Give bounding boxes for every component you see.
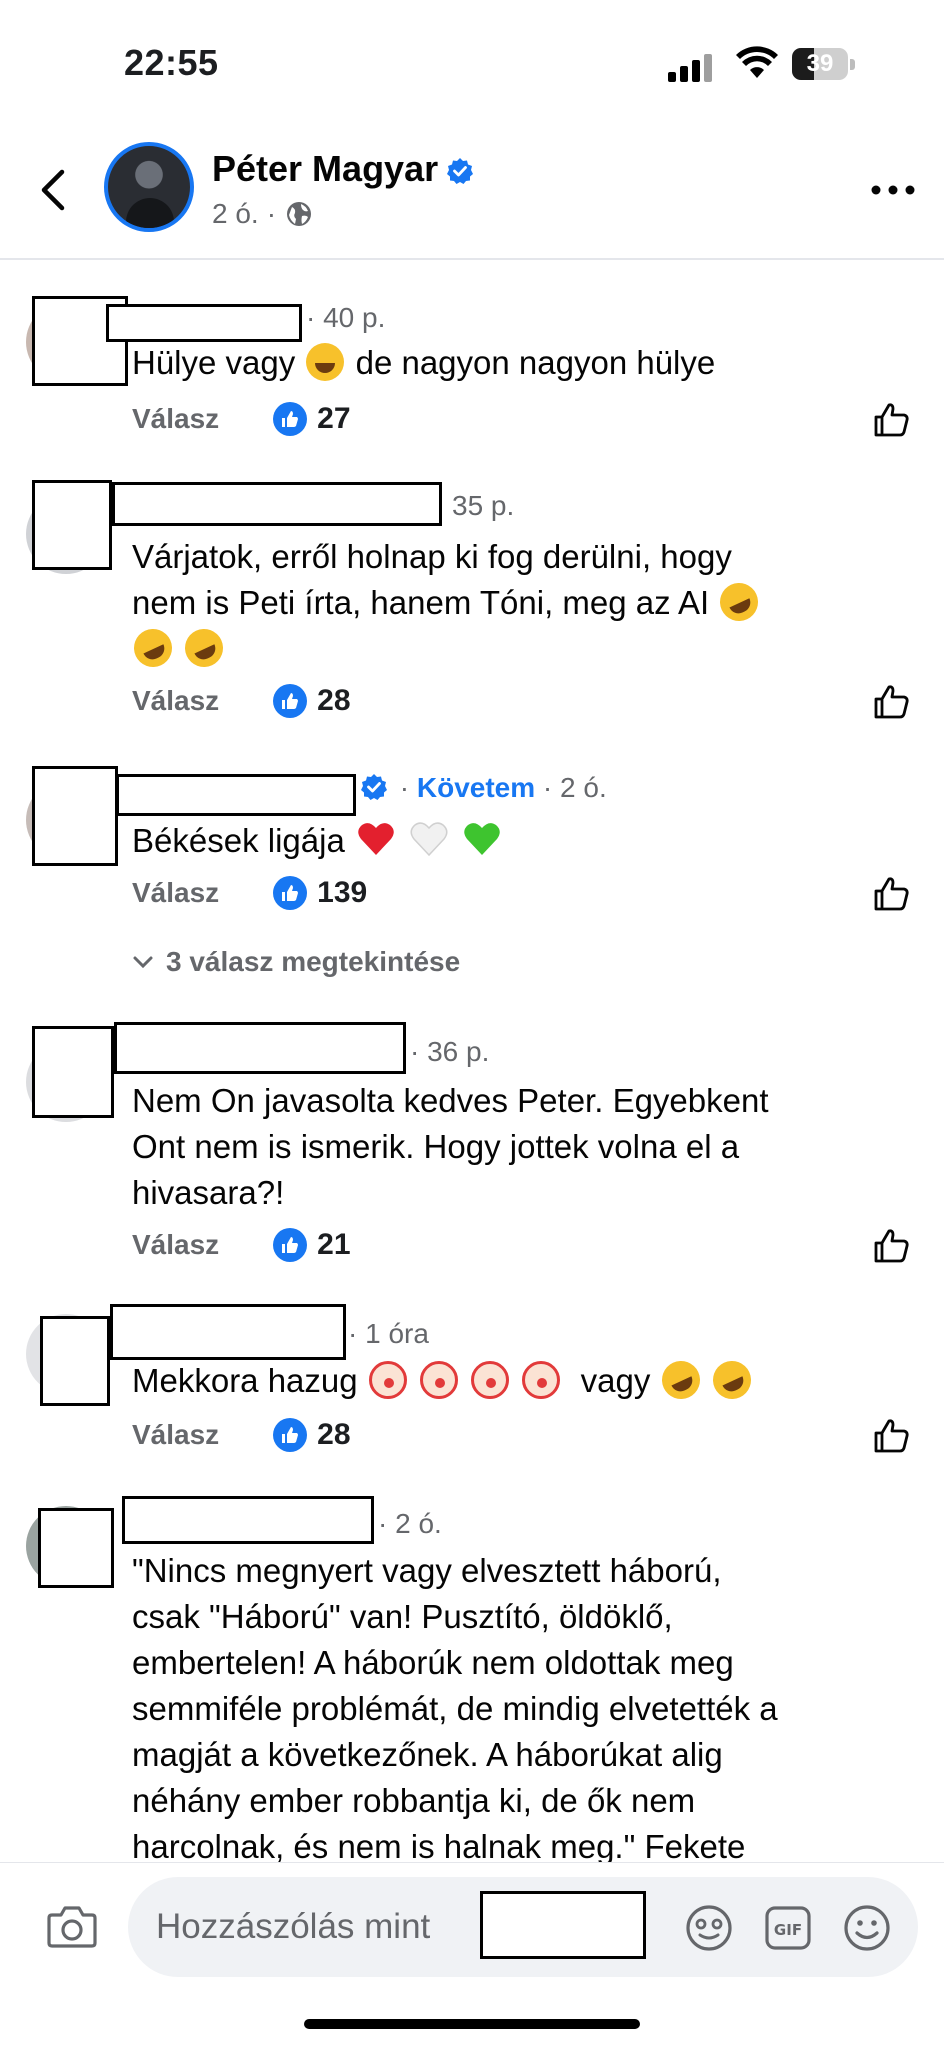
svg-text:GIF: GIF	[774, 1921, 802, 1939]
redacted-avatar	[38, 1508, 114, 1588]
comment-text: Békések ligája	[132, 818, 922, 864]
profile-avatar[interactable]	[104, 142, 194, 232]
status-bar: 22:55 39	[0, 0, 944, 120]
like-count: 27	[317, 402, 351, 435]
comment-time: · 2 ó.	[378, 1508, 442, 1539]
like-reaction-icon	[273, 1228, 308, 1262]
view-replies-label: 3 válasz megtekintése	[166, 946, 461, 977]
rofl-emoji-icon	[655, 1354, 706, 1406]
comment-actions: Válasz 27	[132, 402, 351, 436]
chevron-down-icon	[133, 956, 153, 969]
clown-emoji-icon	[419, 1361, 458, 1399]
redacted-avatar	[32, 480, 112, 570]
redacted-name	[122, 1496, 374, 1544]
like-count: 28	[317, 684, 351, 717]
comment-actions: Válasz 21	[132, 1228, 351, 1262]
view-replies-link[interactable]: 3 válasz megtekintése	[132, 946, 460, 978]
rofl-emoji-icon	[714, 576, 765, 628]
comment-time: · 36 p.	[410, 1036, 490, 1067]
comment-text: Nem On javasolta kedves Peter. Egyebkent…	[132, 1082, 769, 1211]
comment-text: "Nincs megnyert vagy elvesztett háború, …	[132, 1552, 778, 1865]
post-header: Péter Magyar 2 ó. ·	[0, 120, 944, 260]
avatar-sticker-icon[interactable]	[684, 1903, 734, 1953]
rofl-emoji-icon	[178, 622, 230, 674]
comment-text: Hülye vagy de nagyon nagyon hülye	[132, 343, 716, 381]
like-button-icon[interactable]	[872, 400, 912, 440]
green-heart-emoji-icon	[464, 823, 501, 855]
redacted-username	[480, 1891, 646, 1959]
globe-icon	[287, 202, 312, 226]
comment-text: Mekkora hazug vagy	[132, 1354, 922, 1406]
redacted-name	[116, 774, 356, 816]
emoji-icon[interactable]	[842, 1903, 892, 1953]
reply-button[interactable]: Válasz	[132, 403, 219, 435]
like-reaction-icon	[273, 1418, 308, 1452]
comment-actions: Válasz 28	[132, 684, 351, 718]
redacted-name	[112, 482, 442, 526]
redacted-name	[106, 304, 302, 342]
like-reaction-icon	[273, 876, 308, 910]
profile-name[interactable]: Péter Magyar	[212, 148, 474, 190]
comment-actions: Válasz 139	[132, 876, 367, 910]
comment-input-placeholder: Hozzászólás mint	[156, 1907, 431, 1946]
like-button-icon[interactable]	[872, 1416, 912, 1456]
battery-level: 39	[806, 50, 834, 77]
verified-badge-icon	[361, 774, 387, 800]
laughing-emoji-icon	[306, 343, 345, 381]
reply-button[interactable]: Válasz	[132, 685, 219, 717]
red-heart-emoji-icon	[358, 823, 394, 855]
rofl-emoji-icon	[127, 622, 179, 674]
comment-time: · Követem · 2 ó.	[360, 772, 607, 804]
reply-button[interactable]: Válasz	[132, 1419, 219, 1451]
meta-separator: ·	[266, 198, 277, 229]
like-button-icon[interactable]	[872, 1226, 912, 1266]
comment-composer: Hozzászólás mint GIF	[0, 1862, 944, 2048]
clown-emoji-icon	[368, 1361, 407, 1399]
rofl-emoji-icon	[706, 1354, 757, 1406]
camera-icon[interactable]	[46, 1903, 98, 1949]
redacted-avatar	[40, 1316, 110, 1406]
status-time: 22:55	[124, 42, 219, 83]
comment-input[interactable]: Hozzászólás mint GIF	[128, 1877, 918, 1977]
comment-text: Várjatok, erről holnap ki fog derülni, h…	[127, 534, 922, 674]
clown-emoji-icon	[471, 1361, 510, 1399]
post-meta: 2 ó. ·	[212, 198, 314, 230]
redacted-name	[110, 1304, 346, 1360]
like-count: 28	[317, 1418, 351, 1451]
clown-emoji-icon	[522, 1361, 561, 1399]
gif-icon[interactable]: GIF	[764, 1905, 812, 1951]
comment-time: · 1 óra	[348, 1318, 429, 1349]
more-options-icon[interactable]	[868, 180, 918, 200]
like-button-icon[interactable]	[872, 682, 912, 722]
comment-time: 35 p.	[452, 490, 515, 521]
like-reaction-icon	[273, 684, 308, 718]
home-indicator[interactable]	[304, 2019, 640, 2029]
redacted-avatar	[32, 766, 118, 866]
follow-status[interactable]: Követem	[417, 772, 535, 803]
back-icon[interactable]	[30, 160, 80, 220]
wifi-icon	[736, 46, 778, 78]
reply-button[interactable]: Válasz	[132, 1229, 219, 1261]
like-count: 139	[317, 876, 368, 909]
reply-button[interactable]: Válasz	[132, 877, 219, 909]
redacted-name	[114, 1022, 406, 1074]
like-count: 21	[317, 1228, 351, 1261]
white-heart-emoji-icon	[410, 822, 448, 857]
redacted-avatar	[32, 1026, 114, 1118]
like-reaction-icon	[273, 402, 308, 436]
like-button-icon[interactable]	[872, 874, 912, 914]
cellular-signal-icon	[668, 52, 712, 82]
verified-badge-icon	[447, 158, 474, 185]
comment-actions: Válasz 28	[132, 1418, 351, 1452]
post-time: 2 ó.	[212, 198, 259, 229]
battery-icon: 39	[792, 48, 856, 80]
comment-time: · 40 p.	[306, 302, 386, 333]
profile-name-label: Péter Magyar	[212, 148, 439, 189]
